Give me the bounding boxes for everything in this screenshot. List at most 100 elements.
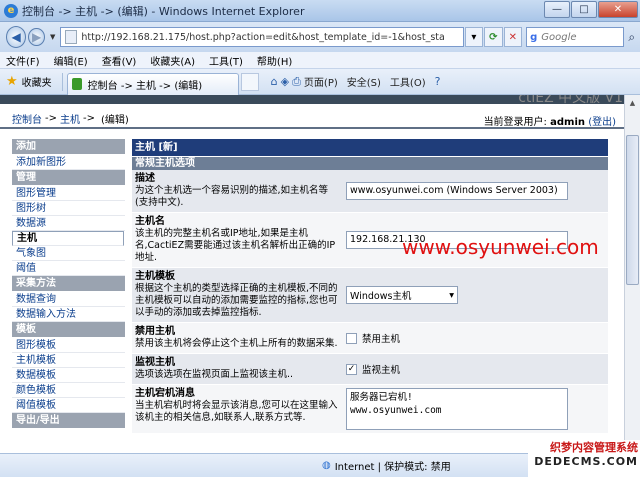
logout-link[interactable]: (登出): [588, 117, 616, 128]
separator: [61, 72, 63, 91]
history-dropdown-icon[interactable]: ▼: [50, 33, 55, 41]
monitor-label: 监视主机: [135, 357, 175, 368]
page-viewport: ctiEZ 中文版 V10 控制台 -> 主机 -> (编辑) 当前登录用户: …: [0, 95, 640, 453]
sidebar-menu: 添加 添加新图形 管理 图形管理 图形树 数据源 主机 气象图 阈值 采集方法 数据查询 数据输入方法…: [12, 139, 125, 453]
hostname-label: 主机名: [135, 216, 165, 227]
downmsg-label: 主机宕机消息: [135, 388, 195, 399]
sidebar-item[interactable]: 添加新图形: [12, 155, 125, 170]
sidebar-item[interactable]: 数据模板: [12, 368, 125, 383]
monitor-help: 选项该选项在监视页面上监视该主机..: [135, 369, 294, 380]
menu-help[interactable]: 帮助(H): [257, 53, 292, 68]
page-icon: [65, 30, 78, 44]
banner-subtitle: ctiEZ 中文版 V10: [518, 95, 632, 104]
new-tab-button[interactable]: [240, 72, 259, 91]
safety-menu[interactable]: 安全(S): [347, 74, 381, 89]
menu-file[interactable]: 文件(F): [6, 53, 40, 68]
host-form: 主机 [新] 常规主机选项 描述 为这个主机选一个容易识别的描述,如主机名等(支持…: [132, 139, 608, 453]
refresh-button[interactable]: ⟳: [484, 27, 503, 47]
search-placeholder: Google: [541, 31, 577, 43]
cacti-banner: ctiEZ 中文版 V10: [0, 95, 640, 104]
vertical-scrollbar[interactable]: ▲ ▼: [624, 95, 640, 453]
downmsg-row: 主机宕机消息 当主机宕机时将会显示该消息,您可以在这里输入该机主的相关信息,如联系…: [132, 385, 608, 434]
downmsg-textarea[interactable]: 服务器已宕机! www.osyunwei.com: [346, 388, 568, 430]
search-icon[interactable]: ⌕: [624, 27, 640, 47]
favorites-star-icon[interactable]: ★: [6, 74, 18, 89]
description-help: 为这个主机选一个容易识别的描述,如主机名等(支持中文).: [135, 185, 329, 208]
sidebar-item[interactable]: 图形树: [12, 201, 125, 216]
sidebar-header: 管理: [12, 170, 125, 185]
address-bar[interactable]: http://192.168.21.175/host.php?action=ed…: [60, 27, 464, 47]
sidebar-item[interactable]: 颜色模板: [12, 383, 125, 398]
page-menu[interactable]: 页面(P): [304, 74, 338, 89]
browser-tab[interactable]: 控制台 -> 主机 -> (编辑): [66, 72, 239, 95]
description-field[interactable]: www.osyunwei.com (Windows Server 2003): [346, 182, 568, 200]
monitor-checkbox[interactable]: ✓: [346, 363, 357, 375]
minimize-button[interactable]: —: [544, 1, 570, 18]
sidebar-item[interactable]: 主机模板: [12, 353, 125, 368]
breadcrumb-sep: ->: [83, 112, 95, 124]
sidebar-item[interactable]: 阈值模板: [12, 398, 125, 413]
sidebar-item[interactable]: 数据查询: [12, 292, 125, 307]
security-zone: ◍ Internet | 保护模式: 禁用: [322, 458, 451, 473]
window-controls: — □ ✕: [543, 1, 638, 18]
template-help: 根据这个主机的类型选择正确的主机模板,不同的主机模板可以自动的添加需要监控的指标…: [135, 283, 338, 318]
description-label: 描述: [135, 173, 155, 184]
tab-title: 控制台 -> 主机 -> (编辑): [87, 80, 203, 92]
home-icon[interactable]: ⌂: [271, 75, 278, 88]
tools-menu[interactable]: 工具(O): [390, 74, 426, 89]
stop-button[interactable]: ✕: [503, 27, 523, 47]
breadcrumb-console[interactable]: 控制台: [12, 111, 42, 126]
sidebar-item[interactable]: 数据源: [12, 216, 125, 231]
feeds-icon[interactable]: ◈: [281, 75, 289, 88]
login-info: 当前登录用户: admin (登出): [484, 113, 616, 128]
stamp-en: DEDECMS.COM: [534, 455, 638, 468]
close-button[interactable]: ✕: [598, 1, 638, 18]
help-icon[interactable]: ?: [435, 75, 441, 88]
google-logo-icon: g: [530, 31, 538, 43]
monitor-row: 监视主机 选项该选项在监视页面上监视该主机.. ✓ 监视主机: [132, 354, 608, 385]
sidebar-item[interactable]: 气象图: [12, 246, 125, 261]
maximize-button[interactable]: □: [571, 1, 597, 18]
menu-view[interactable]: 查看(V): [102, 53, 137, 68]
favorites-button[interactable]: 收藏夹: [22, 74, 52, 89]
downmsg-help: 当主机宕机时将会显示该消息,您可以在这里输入该机主的相关信息,如联系人,联系方式…: [135, 400, 338, 423]
address-dropdown-icon[interactable]: ▾: [464, 27, 484, 47]
host-template-select[interactable]: Windows主机 ▾: [346, 286, 458, 304]
menu-tools[interactable]: 工具(T): [209, 53, 243, 68]
sidebar-item[interactable]: 主机: [12, 231, 124, 246]
disable-checkbox[interactable]: [346, 332, 357, 344]
ie-logo-icon: e: [4, 3, 18, 18]
sidebar-item[interactable]: 图形模板: [12, 338, 125, 353]
globe-icon: ◍: [322, 460, 331, 471]
breadcrumb-hosts[interactable]: 主机: [60, 111, 80, 126]
template-row: 主机模板 根据这个主机的类型选择正确的主机模板,不同的主机模板可以自动的添加需要监…: [132, 268, 608, 323]
sidebar-item[interactable]: 图形管理: [12, 186, 125, 201]
disable-checkbox-label: 禁用主机: [362, 334, 401, 345]
address-url[interactable]: http://192.168.21.175/host.php?action=ed…: [81, 32, 445, 43]
sidebar-item[interactable]: 数据输入方法: [12, 307, 125, 322]
security-zone-text: Internet | 保护模式: 禁用: [334, 462, 451, 473]
menu-edit[interactable]: 编辑(E): [54, 53, 88, 68]
print-icon[interactable]: ⎙: [292, 75, 301, 89]
address-toolbar: ◀ ▶ ▼ http://192.168.21.175/host.php?act…: [0, 22, 640, 52]
sidebar-item[interactable]: 阈值: [12, 261, 125, 276]
menu-bar: 文件(F) 编辑(E) 查看(V) 收藏夹(A) 工具(T) 帮助(H): [0, 52, 640, 69]
template-label: 主机模板: [135, 271, 175, 282]
forward-button[interactable]: ▶: [28, 28, 45, 46]
scroll-up-icon[interactable]: ▲: [625, 95, 640, 111]
breadcrumb: 控制台 -> 主机 -> (编辑) 当前登录用户: admin (登出): [0, 109, 624, 129]
menu-favorites[interactable]: 收藏夹(A): [150, 53, 195, 68]
search-input[interactable]: g Google: [526, 27, 624, 47]
back-button[interactable]: ◀: [6, 26, 27, 48]
stamp-cn: 织梦内容管理系统: [550, 441, 638, 454]
scrollbar-thumb[interactable]: [626, 135, 639, 285]
window-title: 控制台 -> 主机 -> (编辑) - Windows Internet Exp…: [22, 4, 305, 18]
chevron-down-icon: ▾: [449, 289, 454, 301]
watermark-text: www.osyunwei.com: [402, 235, 599, 259]
monitor-checkbox-label: 监视主机: [362, 365, 401, 376]
form-header: 主机 [新]: [132, 139, 608, 156]
disable-row: 禁用主机 禁用该主机将会停止这个主机上所有的数据采集. 禁用主机: [132, 323, 608, 354]
sidebar-header: 导出/导出: [12, 413, 125, 428]
breadcrumb-sep: ->: [45, 112, 57, 124]
cacti-tab-icon: [71, 78, 82, 90]
